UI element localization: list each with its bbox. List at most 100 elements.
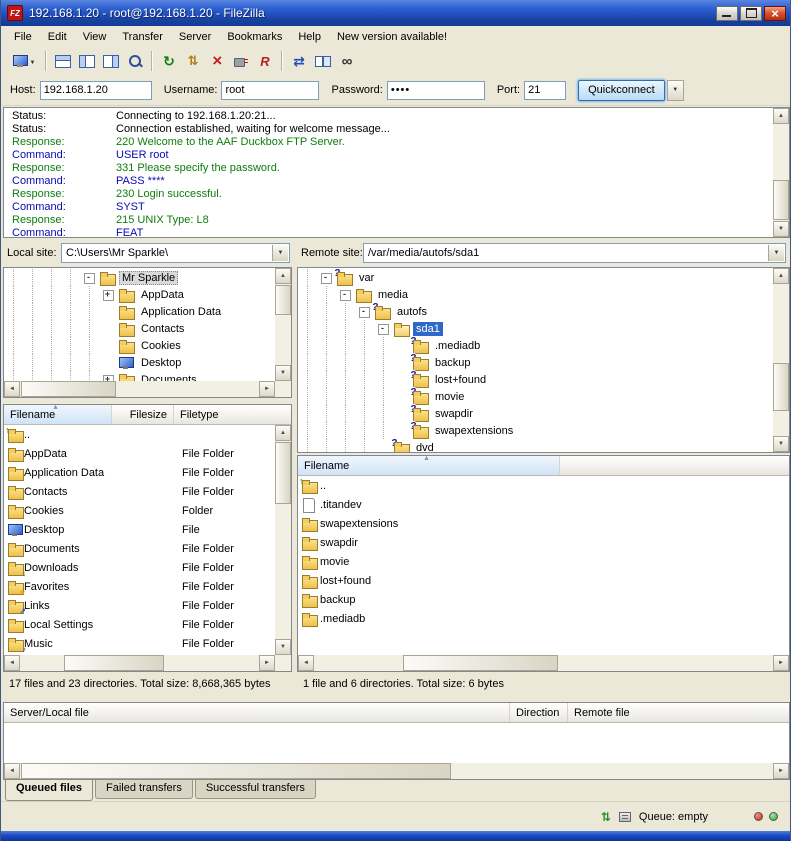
tree-node[interactable]: var	[298, 269, 789, 286]
close-button[interactable]	[764, 6, 786, 21]
local-tree-hscrollbar[interactable]	[4, 381, 275, 397]
tab-failed-transfers[interactable]: Failed transfers	[95, 780, 193, 799]
log-scrollbar[interactable]	[773, 108, 789, 237]
scrollbar-thumb[interactable]	[773, 363, 789, 411]
scroll-right-icon[interactable]	[259, 381, 275, 397]
site-manager-button[interactable]	[7, 49, 41, 73]
collapse-icon[interactable]	[80, 269, 99, 286]
minimize-button[interactable]	[716, 6, 738, 21]
menu-file[interactable]: File	[6, 29, 40, 45]
scroll-right-icon[interactable]	[259, 655, 275, 671]
tree-node[interactable]: AppData	[4, 286, 291, 303]
file-row[interactable]: DesktopFile	[4, 520, 291, 539]
remote-list-hscrollbar[interactable]	[298, 655, 789, 671]
remote-site-combobox[interactable]: /var/media/autofs/sda1	[363, 243, 786, 263]
tree-node[interactable]: autofs	[298, 303, 789, 320]
file-row[interactable]: ..	[298, 476, 789, 495]
column-header-filename[interactable]: Filename	[4, 405, 112, 424]
tree-node[interactable]: sda1	[298, 320, 789, 337]
file-row[interactable]: ContactsFile Folder	[4, 482, 291, 501]
file-row[interactable]: .titandev	[298, 495, 789, 514]
toggle-message-log-button[interactable]	[51, 49, 75, 73]
menu-edit[interactable]: Edit	[40, 29, 75, 45]
quickconnect-button[interactable]: Quickconnect	[578, 80, 665, 101]
maximize-button[interactable]	[740, 6, 762, 21]
scroll-down-icon[interactable]	[275, 365, 291, 381]
directory-comparison-button[interactable]	[287, 49, 311, 73]
scrollbar-thumb[interactable]	[403, 655, 558, 671]
disconnect-button[interactable]	[229, 49, 253, 73]
tree-node[interactable]: Application Data	[4, 303, 291, 320]
toggle-remote-tree-button[interactable]	[99, 49, 123, 73]
tree-node[interactable]: media	[298, 286, 789, 303]
scrollbar-thumb[interactable]	[21, 381, 116, 397]
local-tree-vscrollbar[interactable]	[275, 268, 291, 381]
expand-icon[interactable]	[99, 286, 118, 303]
tree-node[interactable]: swapextensions	[298, 422, 789, 439]
scroll-left-icon[interactable]	[298, 655, 314, 671]
tree-node[interactable]: Mr Sparkle	[4, 269, 291, 286]
file-row[interactable]: AppDataFile Folder	[4, 444, 291, 463]
local-list-vscrollbar[interactable]	[275, 425, 291, 655]
scroll-left-icon[interactable]	[4, 381, 20, 397]
synchronized-browsing-button[interactable]	[311, 49, 335, 73]
file-row[interactable]: MusicFile Folder	[4, 634, 291, 653]
process-queue-button[interactable]	[181, 49, 205, 73]
column-header-filename[interactable]: Filename	[298, 456, 560, 475]
file-row[interactable]: movie	[298, 552, 789, 571]
file-row[interactable]: Application DataFile Folder	[4, 463, 291, 482]
scrollbar-thumb[interactable]	[21, 763, 451, 779]
menu-new-version[interactable]: New version available!	[329, 29, 455, 45]
tree-node[interactable]: Contacts	[4, 320, 291, 337]
chevron-down-icon[interactable]	[272, 245, 288, 261]
menu-view[interactable]: View	[75, 29, 115, 45]
file-row[interactable]: backup	[298, 590, 789, 609]
scroll-right-icon[interactable]	[773, 763, 789, 779]
toggle-queue-button[interactable]	[123, 49, 147, 73]
filter-button[interactable]	[335, 49, 359, 73]
host-input[interactable]	[40, 81, 152, 100]
tree-node[interactable]: swapdir	[298, 405, 789, 422]
tree-node[interactable]: Desktop	[4, 354, 291, 371]
refresh-button[interactable]	[157, 49, 181, 73]
scroll-up-icon[interactable]	[275, 268, 291, 284]
scrollbar-thumb[interactable]	[275, 285, 291, 315]
file-row[interactable]: DocumentsFile Folder	[4, 539, 291, 558]
reconnect-button[interactable]	[253, 49, 277, 73]
scroll-up-icon[interactable]	[275, 425, 291, 441]
port-input[interactable]	[524, 81, 566, 100]
scroll-left-icon[interactable]	[4, 655, 20, 671]
local-site-combobox[interactable]: C:\Users\Mr Sparkle\	[61, 243, 290, 263]
password-input[interactable]	[387, 81, 485, 100]
column-header-server-local-file[interactable]: Server/Local file	[4, 703, 510, 722]
speed-limits-icon[interactable]	[601, 810, 611, 824]
queue-hscrollbar[interactable]	[4, 763, 789, 779]
cancel-button[interactable]	[205, 49, 229, 73]
file-row[interactable]: ..	[4, 425, 291, 444]
tree-node[interactable]: .mediadb	[298, 337, 789, 354]
file-row[interactable]: Local SettingsFile Folder	[4, 615, 291, 634]
file-row[interactable]: LinksFile Folder	[4, 596, 291, 615]
file-row[interactable]: lost+found	[298, 571, 789, 590]
scrollbar-thumb[interactable]	[275, 442, 291, 504]
tree-node[interactable]: Cookies	[4, 337, 291, 354]
tab-queued-files[interactable]: Queued files	[5, 780, 93, 801]
tab-successful-transfers[interactable]: Successful transfers	[195, 780, 316, 799]
column-header-remote-file[interactable]: Remote file	[568, 703, 789, 722]
tree-node[interactable]: backup	[298, 354, 789, 371]
tree-node[interactable]: dvd	[298, 439, 789, 453]
menu-help[interactable]: Help	[290, 29, 329, 45]
menu-bookmarks[interactable]: Bookmarks	[219, 29, 290, 45]
collapse-icon[interactable]	[336, 286, 355, 303]
remote-tree-vscrollbar[interactable]	[773, 268, 789, 452]
scroll-down-icon[interactable]	[773, 221, 789, 237]
file-row[interactable]: swapextensions	[298, 514, 789, 533]
tree-node[interactable]: movie	[298, 388, 789, 405]
file-row[interactable]: DownloadsFile Folder	[4, 558, 291, 577]
scroll-left-icon[interactable]	[4, 763, 20, 779]
scroll-right-icon[interactable]	[773, 655, 789, 671]
username-input[interactable]	[221, 81, 319, 100]
quickconnect-dropdown-button[interactable]	[667, 80, 684, 101]
scrollbar-thumb[interactable]	[64, 655, 164, 671]
menu-transfer[interactable]: Transfer	[114, 29, 171, 45]
